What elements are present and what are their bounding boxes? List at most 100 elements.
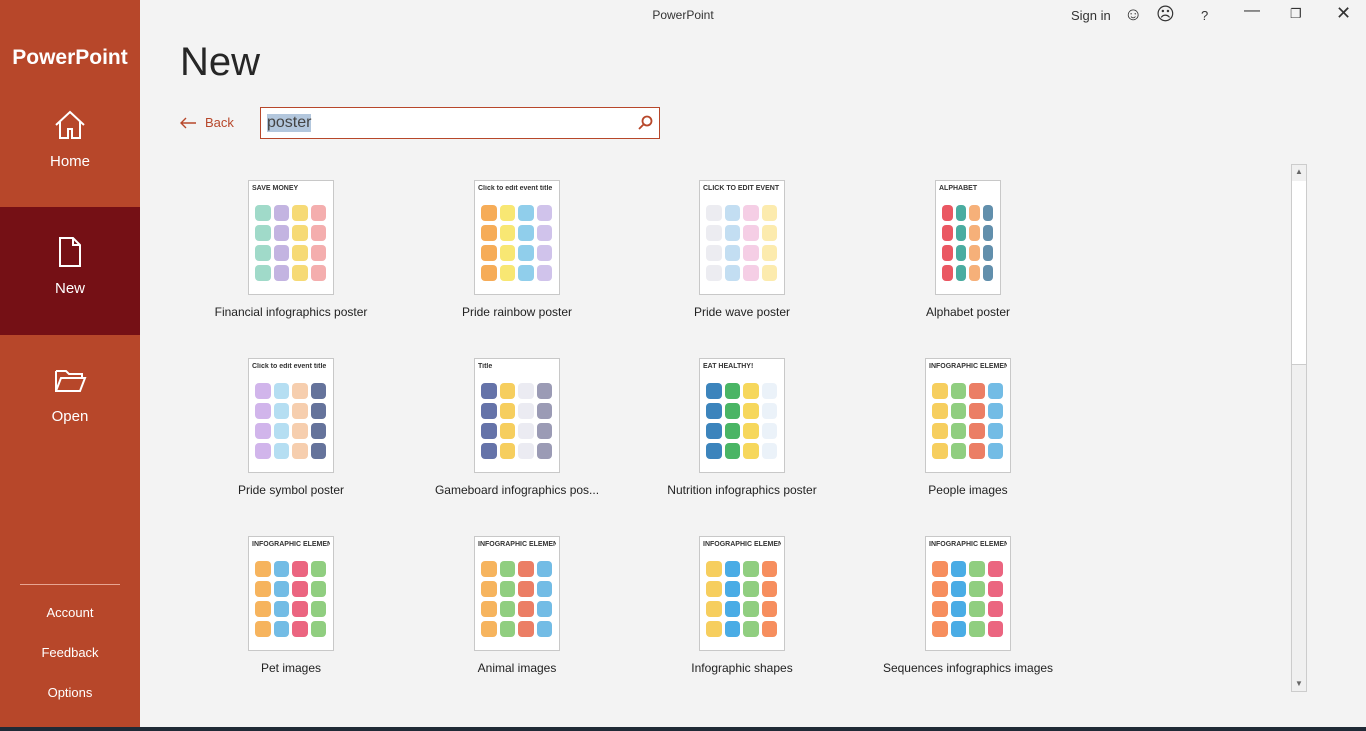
- thumbnail-block: [932, 621, 948, 637]
- template-tile[interactable]: INFOGRAPHIC ELEMENTS Sequences infographi…: [868, 536, 1068, 675]
- thumbnail-block: [761, 225, 777, 241]
- thumbnail-block: [969, 245, 980, 261]
- thumbnail-block: [255, 621, 271, 637]
- thumbnail-block: [536, 245, 552, 261]
- thumbnail-block: [518, 581, 534, 597]
- template-name: Sequences infographics images: [882, 661, 1054, 675]
- smile-feedback-icon[interactable]: ☺: [1124, 4, 1142, 25]
- thumbnail-block: [987, 601, 1003, 617]
- thumbnail-block: [950, 621, 966, 637]
- thumbnail-block: [724, 423, 740, 439]
- thumbnail-block: [969, 621, 985, 637]
- sidebar-item-new[interactable]: New: [0, 207, 140, 335]
- thumbnail-block: [761, 443, 777, 459]
- help-icon[interactable]: ?: [1201, 8, 1208, 23]
- template-name: Nutrition infographics poster: [667, 483, 817, 497]
- thumbnail-block: [950, 561, 966, 577]
- restore-icon[interactable]: ❐: [1290, 6, 1302, 22]
- thumbnail-block: [942, 225, 953, 241]
- back-button[interactable]: Back: [180, 115, 234, 130]
- scroll-up-icon[interactable]: ▲: [1292, 165, 1306, 179]
- thumbnail-block: [950, 383, 966, 399]
- thumbnail-block: [706, 423, 722, 439]
- template-tile[interactable]: CLICK TO EDIT EVENT TITLE Pride wave post…: [642, 180, 842, 319]
- thumbnail-block: [310, 601, 326, 617]
- thumbnail-block: [310, 383, 326, 399]
- template-tile[interactable]: SAVE MONEY Financial infographics poster: [191, 180, 391, 319]
- search-input[interactable]: poster: [260, 107, 660, 139]
- template-tile[interactable]: INFOGRAPHIC ELEMENTS Animal images: [417, 536, 617, 675]
- thumbnail-block: [310, 581, 326, 597]
- scroll-down-icon[interactable]: ▼: [1292, 677, 1306, 691]
- thumbnail-text: INFOGRAPHIC ELEMENTS: [703, 541, 781, 548]
- thumbnail-block: [255, 443, 271, 459]
- thumbnail-block: [724, 245, 740, 261]
- thumbnail-block: [292, 443, 308, 459]
- options-link[interactable]: Options: [0, 685, 140, 700]
- template-name: Financial infographics poster: [214, 305, 368, 319]
- thumbnail-block: [969, 581, 985, 597]
- back-label: Back: [205, 115, 234, 130]
- thumbnail-block: [969, 383, 985, 399]
- folder-open-icon: [55, 370, 87, 392]
- template-thumbnail: EAT HEALTHY!: [699, 358, 785, 473]
- thumbnail-block: [969, 403, 985, 419]
- template-tile[interactable]: INFOGRAPHIC ELEMENTS Infographic shapes: [642, 536, 842, 675]
- page-title: New: [180, 40, 261, 84]
- thumbnail-block: [724, 443, 740, 459]
- template-tile[interactable]: Title Gameboard infographics pos...: [417, 358, 617, 497]
- thumbnail-block: [724, 383, 740, 399]
- thumbnail-block: [518, 205, 534, 221]
- thumbnail-block: [518, 561, 534, 577]
- thumbnail-block: [518, 225, 534, 241]
- thumbnail-block: [743, 383, 759, 399]
- thumbnail-block: [255, 205, 271, 221]
- sidebar-item-open[interactable]: Open: [0, 335, 140, 463]
- thumbnail-block: [743, 205, 759, 221]
- thumbnail-block: [310, 423, 326, 439]
- template-name: Gameboard infographics pos...: [434, 483, 600, 497]
- template-tile[interactable]: INFOGRAPHIC ELEMENTS Pet images: [191, 536, 391, 675]
- thumbnail-block: [706, 621, 722, 637]
- thumbnail-block: [255, 383, 271, 399]
- thumbnail-block: [761, 601, 777, 617]
- thumbnail-block: [255, 245, 271, 261]
- minimize-icon[interactable]: —: [1244, 2, 1260, 20]
- feedback-link[interactable]: Feedback: [0, 645, 140, 660]
- thumbnail-block: [942, 265, 953, 281]
- thumbnail-block: [518, 245, 534, 261]
- thumbnail-block: [292, 245, 308, 261]
- frown-feedback-icon[interactable]: ☹: [1156, 4, 1175, 25]
- thumbnail-text: INFOGRAPHIC ELEMENTS: [478, 541, 556, 548]
- account-link[interactable]: Account: [0, 605, 140, 620]
- template-thumbnail: Title: [474, 358, 560, 473]
- sign-in-button[interactable]: Sign in: [1071, 8, 1111, 23]
- thumbnail-block: [761, 205, 777, 221]
- thumbnail-block: [724, 621, 740, 637]
- thumbnail-block: [499, 561, 515, 577]
- template-tile[interactable]: ALPHABET Alphabet poster: [868, 180, 1068, 319]
- close-icon[interactable]: ✕: [1336, 3, 1351, 24]
- thumbnail-text: INFOGRAPHIC ELEMENTS: [929, 363, 1007, 370]
- search-icon[interactable]: [637, 115, 653, 131]
- sidebar-item-home[interactable]: Home: [0, 80, 140, 208]
- thumbnail-block: [706, 581, 722, 597]
- thumbnail-block: [310, 205, 326, 221]
- sidebar-item-label: New: [54, 280, 85, 297]
- thumbnail-block: [706, 403, 722, 419]
- template-tile[interactable]: Click to edit event title Pride symbol po…: [191, 358, 391, 497]
- thumbnail-text: CLICK TO EDIT EVENT TITLE: [703, 185, 781, 192]
- template-tile[interactable]: EAT HEALTHY! Nutrition infographics poste…: [642, 358, 842, 497]
- vertical-scrollbar[interactable]: ▲ ▼: [1291, 164, 1307, 692]
- template-tile[interactable]: INFOGRAPHIC ELEMENTS People images: [868, 358, 1068, 497]
- thumbnail-block: [743, 403, 759, 419]
- thumbnail-block: [481, 443, 497, 459]
- thumbnail-block: [536, 265, 552, 281]
- thumbnail-block: [955, 225, 966, 241]
- template-thumbnail: INFOGRAPHIC ELEMENTS: [474, 536, 560, 651]
- thumbnail-block: [950, 581, 966, 597]
- template-tile[interactable]: Click to edit event title Pride rainbow p…: [417, 180, 617, 319]
- thumbnail-block: [536, 621, 552, 637]
- scrollbar-thumb[interactable]: [1292, 181, 1306, 365]
- thumbnail-block: [499, 423, 515, 439]
